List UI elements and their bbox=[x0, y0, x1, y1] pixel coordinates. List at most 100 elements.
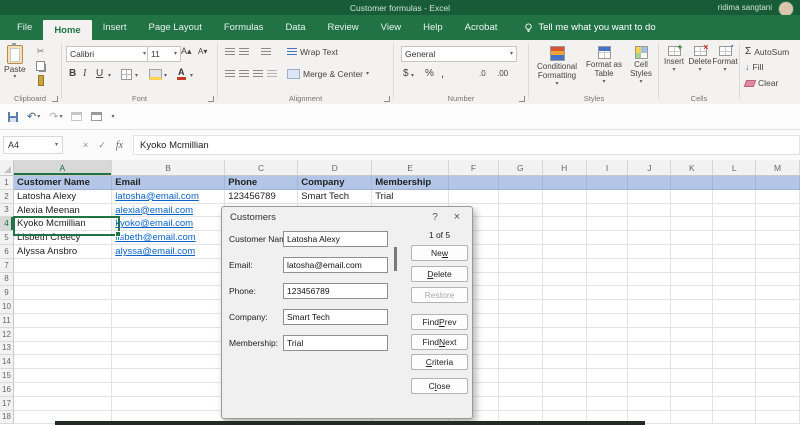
row-header-4[interactable]: 4 bbox=[0, 217, 14, 231]
cell-G4[interactable] bbox=[499, 217, 543, 231]
cell-K15[interactable] bbox=[671, 369, 713, 383]
cell-J7[interactable] bbox=[628, 259, 671, 273]
cell-J13[interactable] bbox=[628, 342, 671, 356]
cell-M10[interactable] bbox=[756, 300, 800, 314]
cell-K6[interactable] bbox=[671, 245, 713, 259]
cell-A13[interactable] bbox=[14, 342, 112, 356]
cell-J9[interactable] bbox=[628, 286, 671, 300]
cell-I3[interactable] bbox=[587, 204, 629, 218]
cell-B3[interactable]: alexia@email.com bbox=[112, 204, 225, 218]
decrease-font-icon[interactable]: A▾ bbox=[198, 47, 207, 56]
cell-H14[interactable] bbox=[543, 355, 587, 369]
cell-I12[interactable] bbox=[587, 328, 629, 342]
column-header-M[interactable]: M bbox=[756, 160, 800, 176]
cell-L6[interactable] bbox=[713, 245, 756, 259]
cell-M12[interactable] bbox=[756, 328, 800, 342]
column-header-H[interactable]: H bbox=[543, 160, 587, 176]
cell-J12[interactable] bbox=[628, 328, 671, 342]
cell-L1[interactable] bbox=[713, 176, 756, 190]
cell-H10[interactable] bbox=[543, 300, 587, 314]
format-cells-button[interactable]: ▪ Format ▾ bbox=[713, 46, 737, 73]
column-header-B[interactable]: B bbox=[112, 160, 225, 176]
cell-J8[interactable] bbox=[628, 273, 671, 287]
cell-M13[interactable] bbox=[756, 342, 800, 356]
email-field[interactable] bbox=[283, 257, 388, 273]
cell-I10[interactable] bbox=[587, 300, 629, 314]
increase-font-icon[interactable]: A▴ bbox=[181, 46, 192, 57]
row-header-5[interactable]: 5 bbox=[0, 231, 14, 245]
cell-G1[interactable] bbox=[499, 176, 543, 190]
cell-G5[interactable] bbox=[499, 231, 543, 245]
merge-center-button[interactable]: Merge & Center ▾ bbox=[287, 69, 369, 79]
cell-H1[interactable] bbox=[543, 176, 587, 190]
cell-A14[interactable] bbox=[14, 355, 112, 369]
cell-K8[interactable] bbox=[671, 273, 713, 287]
font-family-select[interactable]: Calibri▾ bbox=[66, 46, 150, 62]
cell-H3[interactable] bbox=[543, 204, 587, 218]
cell-J14[interactable] bbox=[628, 355, 671, 369]
cell-I8[interactable] bbox=[587, 273, 629, 287]
cell-H13[interactable] bbox=[543, 342, 587, 356]
column-header-L[interactable]: L bbox=[713, 160, 756, 176]
cell-M17[interactable] bbox=[756, 397, 800, 411]
cell-I17[interactable] bbox=[587, 397, 629, 411]
font-color-dropdown-icon[interactable]: ▾ bbox=[190, 73, 193, 79]
cell-M3[interactable] bbox=[756, 204, 800, 218]
fill-color-dropdown-icon[interactable]: ▾ bbox=[164, 73, 167, 79]
cell-E2[interactable]: Trial bbox=[372, 190, 449, 204]
number-format-select[interactable]: General▾ bbox=[401, 46, 517, 62]
cell-L5[interactable] bbox=[713, 231, 756, 245]
cell-A11[interactable] bbox=[14, 314, 112, 328]
autosum-button[interactable]: Σ AutoSum bbox=[745, 46, 789, 57]
font-color-icon[interactable]: A bbox=[177, 68, 186, 80]
row-header-7[interactable]: 7 bbox=[0, 259, 14, 273]
cell-M16[interactable] bbox=[756, 383, 800, 397]
cell-H16[interactable] bbox=[543, 383, 587, 397]
cell-I15[interactable] bbox=[587, 369, 629, 383]
cell-styles-button[interactable]: Cell Styles ▾ bbox=[625, 46, 657, 85]
cell-I9[interactable] bbox=[587, 286, 629, 300]
customer-name-field[interactable] bbox=[283, 231, 388, 247]
borders-dropdown-icon[interactable]: ▾ bbox=[135, 73, 138, 79]
email-link[interactable]: alyssa@email.com bbox=[115, 246, 195, 257]
cell-K13[interactable] bbox=[671, 342, 713, 356]
cell-H5[interactable] bbox=[543, 231, 587, 245]
cell-H4[interactable] bbox=[543, 217, 587, 231]
select-all-corner[interactable] bbox=[0, 160, 14, 176]
cell-L7[interactable] bbox=[713, 259, 756, 273]
align-top-icon[interactable] bbox=[225, 48, 235, 56]
cell-G2[interactable] bbox=[499, 190, 543, 204]
row-header-14[interactable]: 14 bbox=[0, 355, 14, 369]
fill-color-icon[interactable] bbox=[149, 69, 162, 80]
paste-button[interactable]: Paste ▾ bbox=[4, 45, 26, 80]
cell-B14[interactable] bbox=[112, 355, 225, 369]
cell-I14[interactable] bbox=[587, 355, 629, 369]
cell-J2[interactable] bbox=[628, 190, 671, 204]
cell-L2[interactable] bbox=[713, 190, 756, 204]
cell-I6[interactable] bbox=[587, 245, 629, 259]
cell-A7[interactable] bbox=[14, 259, 112, 273]
decrease-indent-icon[interactable] bbox=[267, 70, 277, 78]
cell-A17[interactable] bbox=[14, 397, 112, 411]
cell-B15[interactable] bbox=[112, 369, 225, 383]
membership-field[interactable] bbox=[283, 335, 388, 351]
close-button[interactable]: Close bbox=[411, 378, 468, 394]
cell-L18[interactable] bbox=[713, 411, 756, 425]
cell-B6[interactable]: alyssa@email.com bbox=[112, 245, 225, 259]
cell-H17[interactable] bbox=[543, 397, 587, 411]
cell-B16[interactable] bbox=[112, 383, 225, 397]
cell-B7[interactable] bbox=[112, 259, 225, 273]
cell-J17[interactable] bbox=[628, 397, 671, 411]
dialog-scrollbar[interactable] bbox=[394, 247, 397, 271]
cell-M1[interactable] bbox=[756, 176, 800, 190]
cell-I7[interactable] bbox=[587, 259, 629, 273]
cell-M9[interactable] bbox=[756, 286, 800, 300]
italic-button[interactable]: I bbox=[83, 68, 86, 79]
cell-H2[interactable] bbox=[543, 190, 587, 204]
cell-B11[interactable] bbox=[112, 314, 225, 328]
tab-review[interactable]: Review bbox=[317, 15, 370, 40]
cell-J3[interactable] bbox=[628, 204, 671, 218]
cell-G6[interactable] bbox=[499, 245, 543, 259]
cell-M18[interactable] bbox=[756, 411, 800, 425]
format-painter-icon[interactable] bbox=[38, 75, 44, 86]
